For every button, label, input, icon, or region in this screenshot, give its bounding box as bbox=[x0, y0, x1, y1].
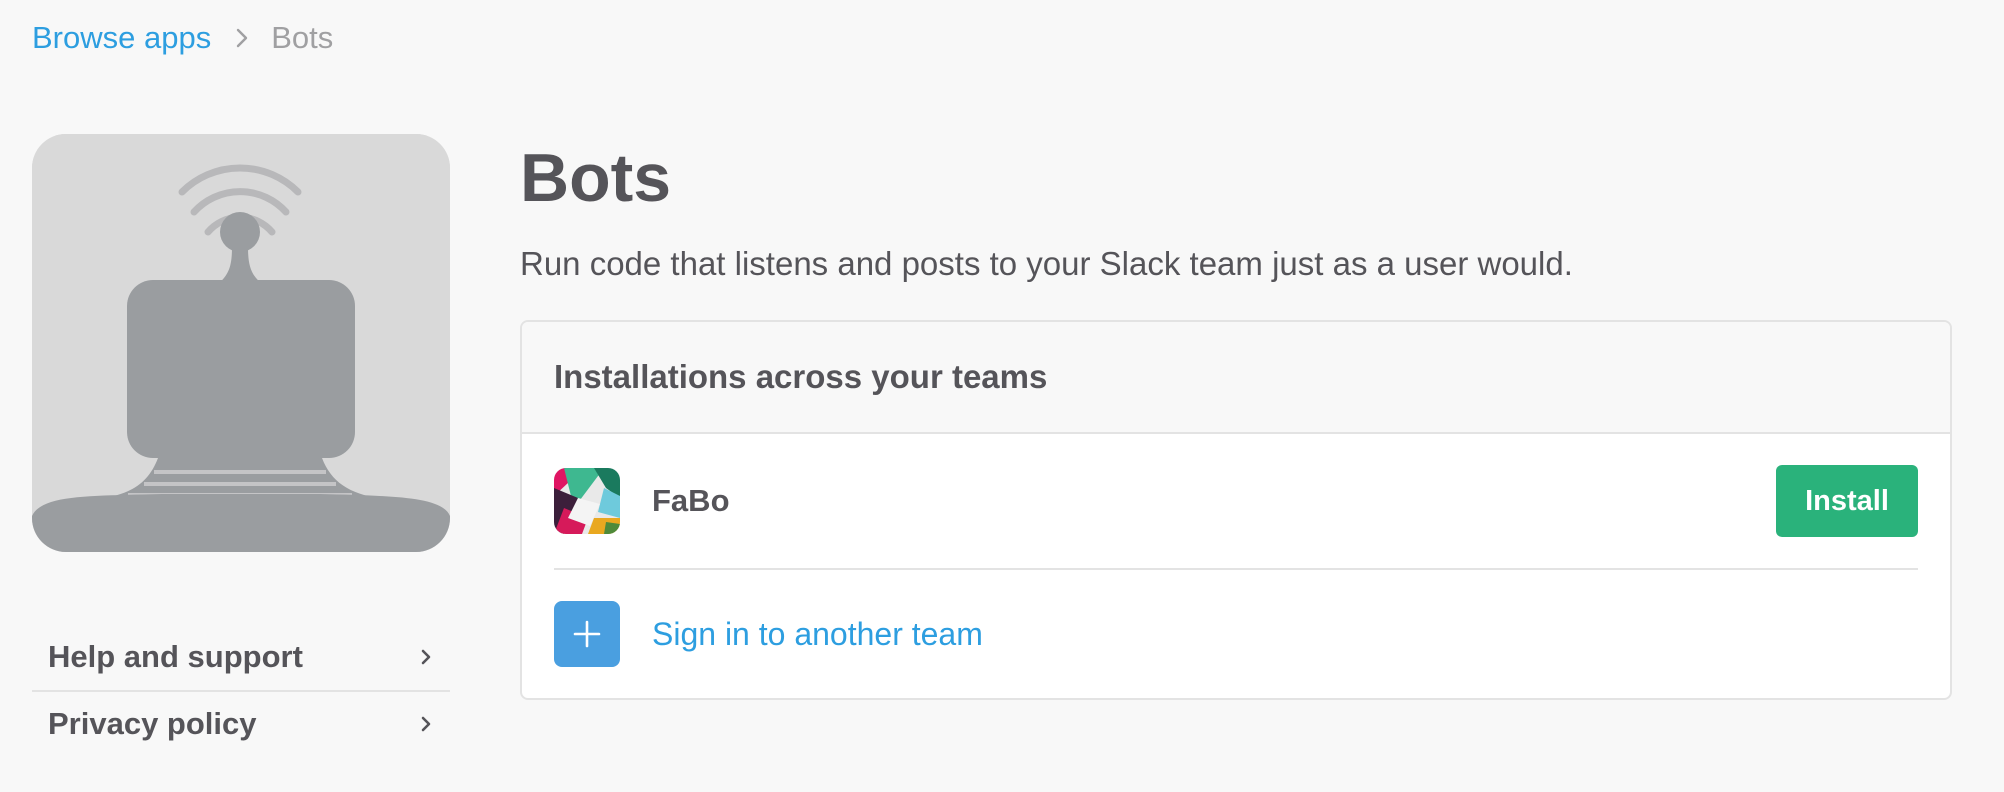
installations-card: Installations across your teams FaBo Ins bbox=[520, 320, 1952, 700]
chevron-right-icon bbox=[420, 639, 432, 675]
sign-in-another-team-link[interactable]: Sign in to another team bbox=[652, 616, 983, 653]
team-name: FaBo bbox=[652, 483, 730, 518]
team-row: FaBo Install bbox=[554, 434, 1918, 570]
bot-icon bbox=[32, 134, 450, 552]
breadcrumb: Browse apps Bots bbox=[32, 20, 333, 56]
sign-in-another-team-row[interactable]: Sign in to another team bbox=[554, 570, 1918, 698]
breadcrumb-browse-apps-link[interactable]: Browse apps bbox=[32, 20, 211, 56]
sidebar-nav: Help and support Privacy policy bbox=[32, 624, 450, 756]
page-title: Bots bbox=[520, 140, 672, 216]
app-image bbox=[32, 134, 450, 552]
chevron-right-icon bbox=[235, 27, 249, 49]
main-content: Bots Run code that listens and posts to … bbox=[520, 134, 1952, 700]
slack-team-icon bbox=[554, 468, 620, 534]
installations-header: Installations across your teams bbox=[522, 322, 1950, 434]
chevron-right-icon bbox=[420, 706, 432, 742]
plus-icon bbox=[554, 601, 620, 667]
sidebar-item-label: Privacy policy bbox=[48, 706, 257, 741]
breadcrumb-current: Bots bbox=[271, 20, 334, 55]
sidebar-item-help-and-support[interactable]: Help and support bbox=[32, 624, 450, 690]
sidebar-item-privacy-policy[interactable]: Privacy policy bbox=[32, 690, 450, 756]
page-description: Run code that listens and posts to your … bbox=[520, 245, 1573, 282]
sidebar-item-label: Help and support bbox=[48, 639, 303, 674]
install-button[interactable]: Install bbox=[1776, 465, 1918, 537]
